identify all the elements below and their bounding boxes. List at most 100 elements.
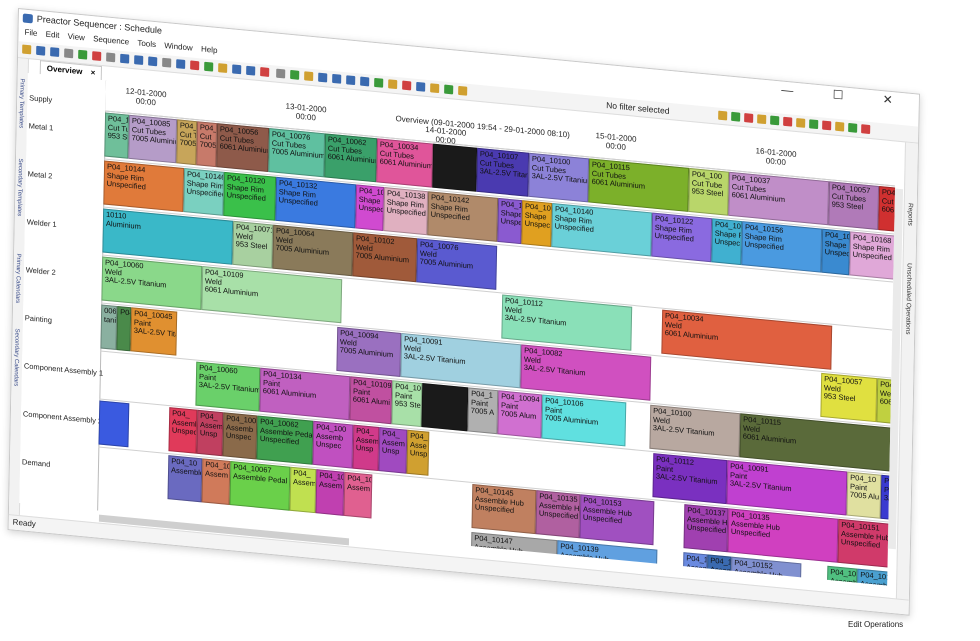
operation-block[interactable]: P04_1 Paint 7005 A [467,387,499,435]
toolbar-button-icon[interactable] [204,61,214,72]
operation-block[interactable]: P04_ Assem Unsp [378,427,408,474]
operation-block[interactable]: P04_10140 Shape Rim Unspecified [551,203,653,257]
operation-block[interactable]: P04_ Cut Tub 7005 [176,119,198,166]
panel-secondary-calendars[interactable]: Secondary Calendars [12,328,19,386]
operation-block[interactable]: 0068 tanium [100,304,118,350]
operation-block[interactable]: P04_10107 Cut Tubes 3AL-2.5V Titanium [476,147,530,197]
operation-block[interactable]: P04_10112 Paint 3AL-2.5V Titanium [652,453,728,505]
operation-block[interactable]: P04_10153 Assemble Hub Unspecified [579,494,655,546]
toolbar-button-icon[interactable] [78,49,88,60]
resource-label[interactable]: Demand [22,457,51,469]
menu-edit[interactable]: Edit [46,30,60,40]
toolbar-button-icon[interactable] [22,44,32,55]
filter-toolbar-icon[interactable] [848,122,858,133]
operation-block[interactable]: P04_100 Paint 953 Stee [391,380,423,428]
demand-operation-block[interactable]: P04_101 Assemb [856,568,896,586]
filter-toolbar-icon[interactable] [822,120,832,131]
toolbar-button-icon[interactable] [92,51,102,61]
toolbar-button-icon[interactable] [388,79,398,90]
toolbar-button-icon[interactable] [106,52,116,63]
operation-block[interactable]: P04_100 Cut Tube 953 Steel [104,112,130,159]
toolbar-button-icon[interactable] [218,63,228,73]
filter-toolbar-icon[interactable] [796,118,806,128]
filter-toolbar-icon[interactable] [770,115,780,126]
operation-block[interactable]: P04_10135 Assemble Hub Unspecified [727,508,839,563]
operation-block[interactable]: P04_10037 Cut Tubes 6061 Aluminium [728,171,830,226]
resource-label[interactable]: Welder 2 [26,265,56,277]
panel-primary-calendars[interactable]: Primary Calendars [14,253,21,303]
resource-label[interactable]: Supply [29,93,52,104]
operation-block[interactable]: P04_10102 Weld 7005 Aluminium [352,232,418,283]
operation-block[interactable]: P04_10137 Assemble Hu Unspecified [683,504,729,553]
toolbar-button-icon[interactable] [416,81,426,92]
operation-block[interactable]: P04_10085 Cut Tubes 7005 Aluminium [128,114,178,164]
toolbar-button-icon[interactable] [458,85,468,96]
toolbar-button-icon[interactable] [304,71,314,82]
operation-block[interactable]: P04_10062 Cut Tubes 6061 Aluminium [324,133,378,183]
operation-block[interactable]: P04_10076 Weld 7005 Aluminium [416,238,498,290]
tab-close-icon[interactable]: × [91,68,96,77]
operation-block[interactable]: P04_100 Cut Tube 953 Steel [688,167,730,216]
toolbar-button-icon[interactable] [290,69,300,80]
operation-block[interactable]: P04_10067 Assemble Pedal [229,460,291,511]
operation-block[interactable]: P04_10144 Shape Rim Unspecified [103,160,185,213]
operation-block[interactable]: P04_10109 Paint 6061 Alumi [349,376,393,425]
resource-label[interactable]: Component Assembly 1 [24,361,103,378]
filter-toolbar-icon[interactable] [809,119,819,130]
operation-block[interactable]: P04_10122 Shape Rim Unspecified [651,212,713,263]
menu-tools[interactable]: Tools [137,38,156,49]
operation-block[interactable]: P04_10100 Weld 3AL-2.5V Titanium [649,404,741,458]
toolbar-button-icon[interactable] [430,83,440,94]
resource-label[interactable]: Painting [25,313,52,325]
resource-label[interactable]: Metal 2 [28,169,53,180]
filter-toolbar-icon[interactable] [744,113,754,123]
edit-operations-panel[interactable]: Edit Operations [848,620,903,629]
gantt-chart[interactable]: Overview (09-01-2000 19:54 - 29-01-2000 … [97,80,896,586]
demand-operation-block[interactable]: P04_10152 Assemble Hub [730,556,802,586]
operation-block[interactable]: P04_10 Shape Unspec [821,228,851,276]
filter-toolbar-icon[interactable] [718,110,728,121]
operation-block[interactable]: P04_10064 Weld 7005 Aluminium [272,224,354,277]
operation-block[interactable]: P04_10094 Weld 7005 Aluminium [336,326,402,377]
menu-help[interactable]: Help [201,44,218,55]
operation-block[interactable]: P04_10060 Paint 3AL-2.5V Titanium [195,361,261,412]
resource-label[interactable]: Welder 1 [27,217,57,229]
operation-block[interactable]: P04_10062 Assemble Pedal Unspecified [256,415,314,465]
toolbar-button-icon[interactable] [444,84,454,95]
operation-block[interactable]: P04_ Assem Unsp [352,424,380,472]
operation-block[interactable]: P04_10100 Cut Tubes 3AL-2.5V Titanium [528,152,590,203]
filter-toolbar-icon[interactable] [835,121,845,132]
operation-block[interactable]: P04_10106 Paint 7005 Aluminium [541,394,627,447]
operation-block[interactable]: P04_10057 Weld 953 Steel [820,372,878,423]
operation-block[interactable] [98,400,130,448]
toolbar-button-icon[interactable] [148,56,158,67]
resource-label[interactable]: Component Assembly 2 [23,409,102,426]
operation-block[interactable]: P04_ Cut 7005 [196,121,218,168]
toolbar-button-icon[interactable] [402,80,412,91]
operation-block[interactable]: P04_ Assemb Unspec [168,407,198,454]
operation-block[interactable]: P04_10076 Cut Tubes 7005 Aluminium [268,128,326,178]
menu-window[interactable]: Window [164,41,193,53]
toolbar-button-icon[interactable] [134,55,144,65]
operation-block[interactable]: P04_10034 Weld 6061 Aluminium [661,309,833,370]
operation-block[interactable]: P04_10120 Shape Rim Unspecified [223,171,277,221]
toolbar-button-icon[interactable] [346,75,356,86]
operation-block[interactable]: P04_10 Assem [201,458,231,505]
toolbar-button-icon[interactable] [360,76,370,87]
filter-toolbar-icon[interactable] [783,116,793,127]
filter-toolbar-icon[interactable] [757,114,767,125]
operation-block[interactable]: P04_10Cut Tub6061 Alu [878,185,896,233]
operation-block[interactable]: P04_10057 Cut Tubes 953 Steel [828,181,880,230]
operation-block[interactable]: P04_10 Paint 7005 Alu [846,471,882,519]
operation-block[interactable]: P04_ Assem Unsp [196,409,224,457]
panel-unscheduled-operations[interactable]: Unscheduled Operations [904,263,912,335]
operation-block[interactable]: P04_10146 Shape Rim Unspecified [183,168,225,216]
menu-view[interactable]: View [68,32,85,43]
operation-block[interactable]: P04_10 Assem [315,469,345,516]
panel-reports[interactable]: Reports [906,203,913,226]
operation-block[interactable]: P04_10115 Cut Tubes 6061 Aluminium [588,158,690,212]
operation-block[interactable]: P04_10142 Shape Rim Unspecified [427,191,499,242]
operation-block[interactable]: P04_10156 Shape Rim Unspecified [741,221,823,273]
filter-status[interactable]: No filter selected [606,100,670,116]
toolbar-button-icon[interactable] [190,60,200,71]
